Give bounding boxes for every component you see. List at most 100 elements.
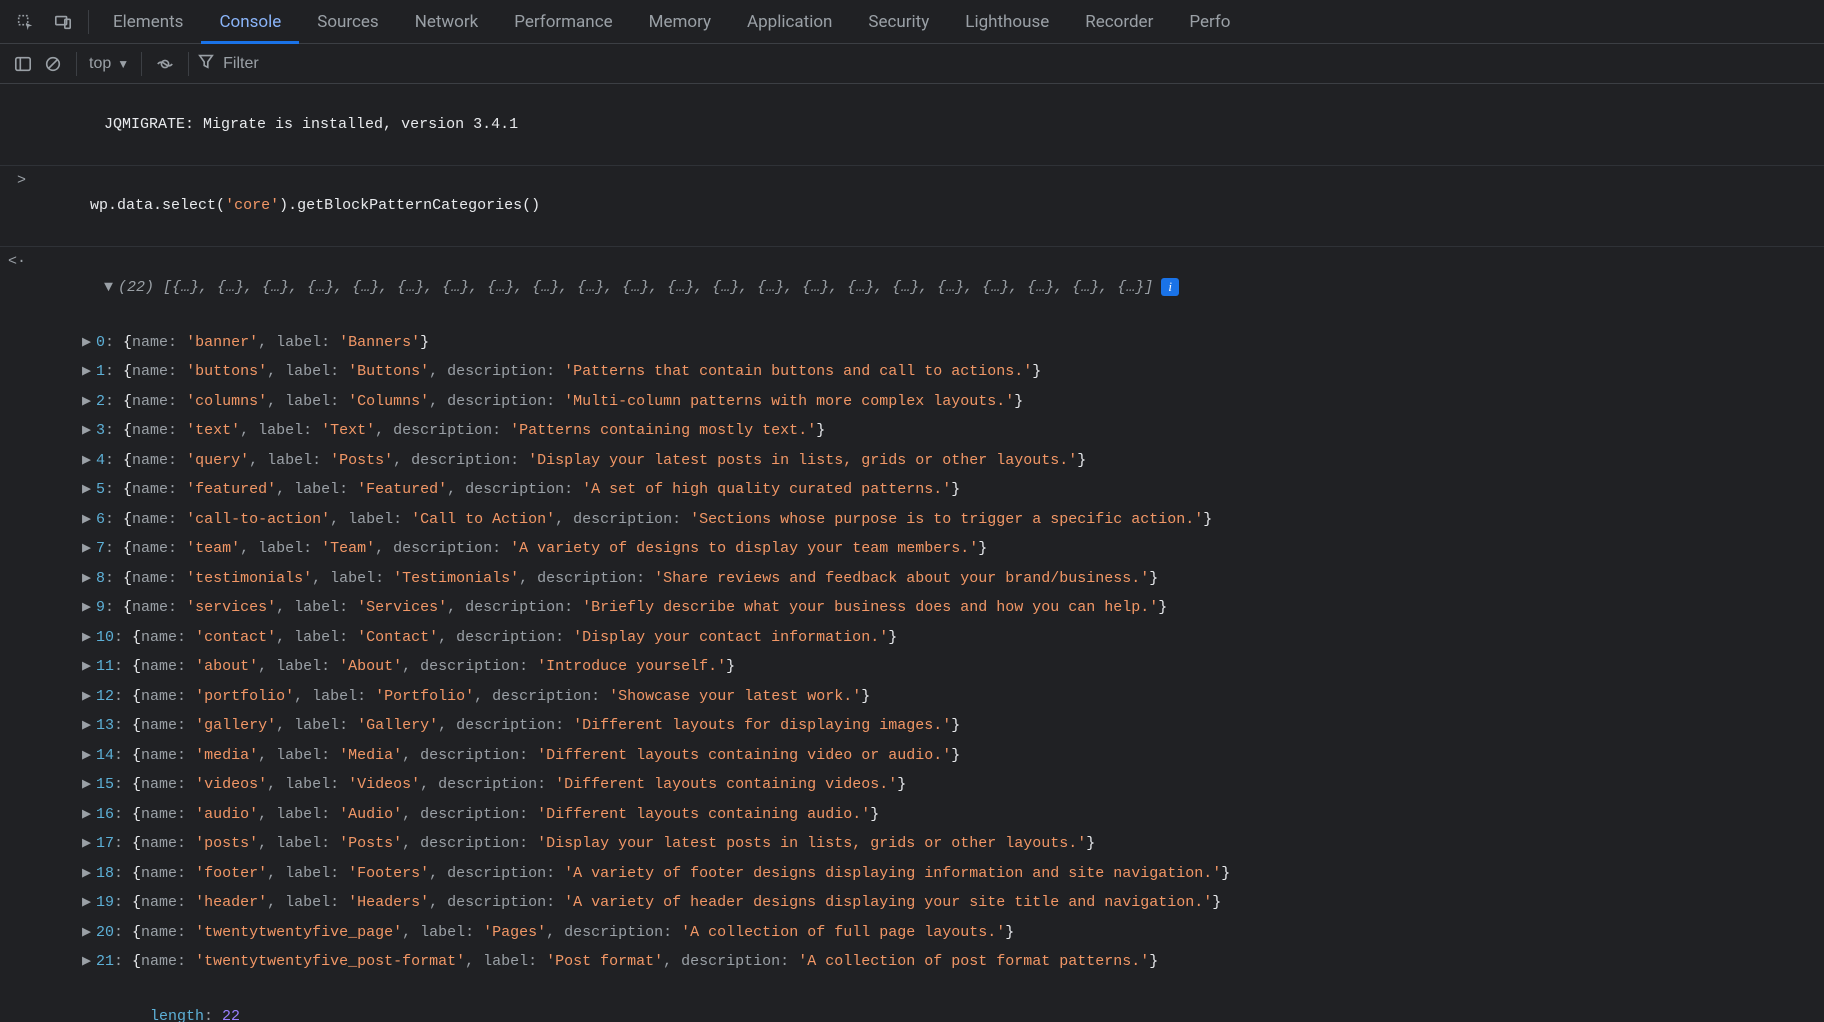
tab-performance[interactable]: Performance xyxy=(496,0,630,44)
tab-overflow[interactable]: Perfo xyxy=(1171,0,1248,44)
console-toolbar: top ▼ xyxy=(0,44,1824,84)
filter-input[interactable] xyxy=(223,55,483,73)
object-preview: {name: 'audio', label: 'Audio', descript… xyxy=(132,806,879,823)
array-index: 20 xyxy=(96,924,114,941)
object-preview: {name: 'gallery', label: 'Gallery', desc… xyxy=(132,717,960,734)
array-item-line: ▶19: {name: 'header', label: 'Headers', … xyxy=(0,888,1824,918)
array-index: 16 xyxy=(96,806,114,823)
object-preview: {name: 'twentytwentyfive_post-format', l… xyxy=(132,953,1158,970)
toggle-sidebar-icon[interactable] xyxy=(8,49,38,79)
cmd-part: wp xyxy=(90,197,108,214)
array-item-line: ▶10: {name: 'contact', label: 'Contact',… xyxy=(0,623,1824,653)
object-preview: {name: 'team', label: 'Team', descriptio… xyxy=(123,540,987,557)
array-item-line: ▶17: {name: 'posts', label: 'Posts', des… xyxy=(0,829,1824,859)
array-index: 10 xyxy=(96,629,114,646)
expand-toggle[interactable]: ▶ xyxy=(82,713,96,739)
array-index: 17 xyxy=(96,835,114,852)
array-index: 9 xyxy=(96,599,105,616)
array-index: 15 xyxy=(96,776,114,793)
expand-toggle[interactable]: ▶ xyxy=(82,654,96,680)
array-item-line: ▶11: {name: 'about', label: 'About', des… xyxy=(0,652,1824,682)
object-preview: {name: 'about', label: 'About', descript… xyxy=(132,658,735,675)
tab-elements[interactable]: Elements xyxy=(95,0,201,44)
array-index: 4 xyxy=(96,452,105,469)
expand-toggle[interactable]: ▶ xyxy=(82,684,96,710)
console-output: JQMIGRATE: Migrate is installed, version… xyxy=(0,84,1824,1022)
expand-toggle[interactable]: ▶ xyxy=(82,566,96,592)
object-preview: {name: 'contact', label: 'Contact', desc… xyxy=(132,629,897,646)
array-item-line: ▶9: {name: 'services', label: 'Services'… xyxy=(0,593,1824,623)
expand-toggle[interactable]: ▼ xyxy=(104,275,118,301)
array-item-line: ▶4: {name: 'query', label: 'Posts', desc… xyxy=(0,446,1824,476)
object-preview: {name: 'featured', label: 'Featured', de… xyxy=(123,481,960,498)
expand-toggle[interactable]: ▶ xyxy=(82,507,96,533)
expand-toggle[interactable]: ▶ xyxy=(82,772,96,798)
tab-security[interactable]: Security xyxy=(850,0,947,44)
object-preview: {name: 'testimonials', label: 'Testimoni… xyxy=(123,570,1158,587)
tab-console[interactable]: Console xyxy=(201,0,299,44)
expand-toggle[interactable]: ▶ xyxy=(82,595,96,621)
array-item-line: ▶6: {name: 'call-to-action', label: 'Cal… xyxy=(0,505,1824,535)
expand-toggle[interactable]: ▶ xyxy=(82,330,96,356)
info-badge-icon[interactable]: i xyxy=(1161,278,1179,296)
separator xyxy=(188,52,189,76)
array-index: 14 xyxy=(96,747,114,764)
tab-application[interactable]: Application xyxy=(729,0,850,44)
object-preview: {name: 'portfolio', label: 'Portfolio', … xyxy=(132,688,870,705)
tab-lighthouse[interactable]: Lighthouse xyxy=(947,0,1067,44)
expand-toggle[interactable]: ▶ xyxy=(82,861,96,887)
array-item-line: ▶12: {name: 'portfolio', label: 'Portfol… xyxy=(0,682,1824,712)
expand-toggle[interactable]: ▶ xyxy=(82,625,96,651)
expand-toggle[interactable]: ▶ xyxy=(82,536,96,562)
console-command-line: > wp.data.select('core').getBlockPattern… xyxy=(0,166,1824,248)
expand-toggle[interactable]: ▶ xyxy=(82,890,96,916)
tab-sources[interactable]: Sources xyxy=(299,0,396,44)
object-preview: {name: 'text', label: 'Text', descriptio… xyxy=(123,422,825,439)
array-index: 6 xyxy=(96,511,105,528)
object-preview: {name: 'videos', label: 'Videos', descri… xyxy=(132,776,906,793)
expand-toggle[interactable]: ▶ xyxy=(82,920,96,946)
array-index: 5 xyxy=(96,481,105,498)
array-item-line: ▶3: {name: 'text', label: 'Text', descri… xyxy=(0,416,1824,446)
object-preview: {name: 'services', label: 'Services', de… xyxy=(123,599,1167,616)
array-index: 13 xyxy=(96,717,114,734)
array-item-line: ▶21: {name: 'twentytwentyfive_post-forma… xyxy=(0,947,1824,977)
expand-toggle[interactable]: ▶ xyxy=(82,949,96,975)
array-index: 7 xyxy=(96,540,105,557)
array-count: (22) xyxy=(118,279,154,296)
context-select[interactable]: top ▼ xyxy=(85,55,133,73)
array-item-line: ▶1: {name: 'buttons', label: 'Buttons', … xyxy=(0,357,1824,387)
separator xyxy=(88,10,89,34)
tab-network[interactable]: Network xyxy=(397,0,497,44)
chevron-down-icon: ▼ xyxy=(117,57,129,71)
device-toolbar-icon[interactable] xyxy=(48,7,78,37)
object-preview: {name: 'call-to-action', label: 'Call to… xyxy=(123,511,1212,528)
array-summary: [{…}, {…}, {…}, {…}, {…}, {…}, {…}, {…},… xyxy=(154,279,1153,296)
expand-toggle[interactable]: ▶ xyxy=(82,448,96,474)
object-preview: {name: 'buttons', label: 'Buttons', desc… xyxy=(123,363,1041,380)
array-index: 2 xyxy=(96,393,105,410)
array-item-line: ▶14: {name: 'media', label: 'Media', des… xyxy=(0,741,1824,771)
object-preview: {name: 'media', label: 'Media', descript… xyxy=(132,747,960,764)
expand-toggle[interactable]: ▶ xyxy=(82,477,96,503)
array-index: 11 xyxy=(96,658,114,675)
array-item-line: ▶2: {name: 'columns', label: 'Columns', … xyxy=(0,387,1824,417)
console-result-summary: <· ▼(22) [{…}, {…}, {…}, {…}, {…}, {…}, … xyxy=(0,247,1824,328)
expand-toggle[interactable]: ▶ xyxy=(82,831,96,857)
tab-recorder[interactable]: Recorder xyxy=(1067,0,1171,44)
array-index: 3 xyxy=(96,422,105,439)
array-index: 19 xyxy=(96,894,114,911)
expand-toggle[interactable]: ▶ xyxy=(82,389,96,415)
object-preview: {name: 'banner', label: 'Banners'} xyxy=(123,334,429,351)
array-index: 0 xyxy=(96,334,105,351)
expand-toggle[interactable]: ▶ xyxy=(82,743,96,769)
inspect-element-icon[interactable] xyxy=(10,7,40,37)
clear-console-icon[interactable] xyxy=(38,49,68,79)
tab-memory[interactable]: Memory xyxy=(631,0,729,44)
expand-toggle[interactable]: ▶ xyxy=(82,802,96,828)
expand-toggle[interactable]: ▶ xyxy=(82,359,96,385)
array-item-line: ▶15: {name: 'videos', label: 'Videos', d… xyxy=(0,770,1824,800)
live-expression-icon[interactable] xyxy=(150,49,180,79)
filter-icon xyxy=(197,52,215,75)
expand-toggle[interactable]: ▶ xyxy=(82,418,96,444)
